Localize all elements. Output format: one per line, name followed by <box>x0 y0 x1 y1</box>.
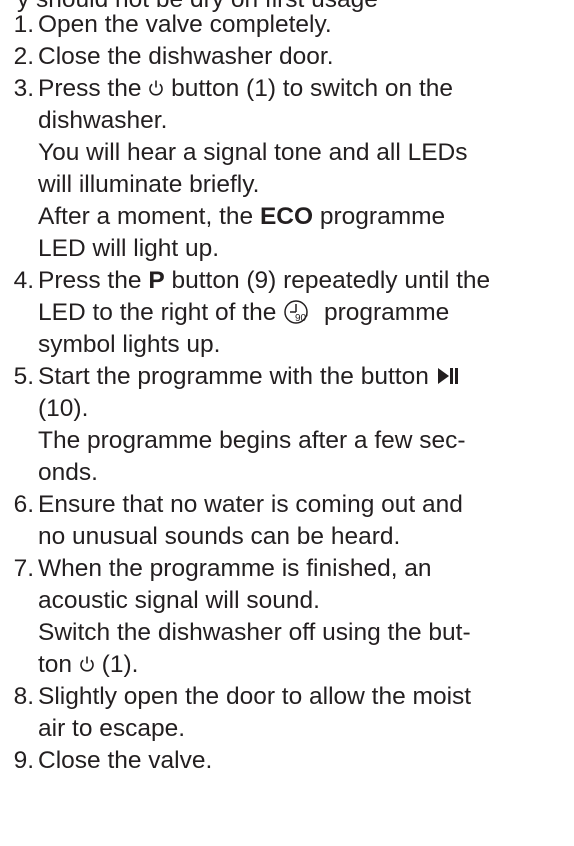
steps-list: 1. Open the valve completely. 2. Close t… <box>0 9 574 777</box>
step-text-line: Switch the dishwasher off using the but- <box>38 619 471 646</box>
step-7: 7. When the programme is finished, an ac… <box>0 553 574 681</box>
step-text-line: After a moment, the ECO programme <box>38 203 446 230</box>
svg-text:90': 90' <box>295 313 308 324</box>
step-text-line: acoustic signal will sound. <box>38 587 320 614</box>
step-1: 1. Open the valve completely. <box>0 9 574 41</box>
step-5: 5. Start the programme with the button (… <box>0 361 574 489</box>
step-number: 3. <box>13 75 34 102</box>
step-text-line: You will hear a signal tone and all LEDs <box>38 139 468 166</box>
step-8: 8. Slightly open the door to allow the m… <box>0 681 574 745</box>
step-text-line: onds. <box>38 459 98 486</box>
step-text-line: When the programme is finished, an <box>38 555 432 582</box>
timer-90-icon: 90' <box>284 300 308 324</box>
step-number: 9. <box>13 747 34 774</box>
step-text-line: Ensure that no water is coming out and <box>38 491 463 518</box>
step-text-line: will illuminate briefly. <box>38 171 260 198</box>
step-text-line: air to escape. <box>38 715 186 742</box>
step-text-line: Slightly open the door to allow the mois… <box>38 683 472 710</box>
step-text-line: ton (1). <box>38 651 139 678</box>
step-number: 8. <box>13 683 34 710</box>
step-text-line: LED to the right of the 90' programme <box>38 299 450 326</box>
step-text-line: Close the valve. <box>38 747 213 774</box>
step-text-line: Start the programme with the button <box>38 361 570 393</box>
instruction-page: y should not be dry on first usage 1. Op… <box>0 0 574 846</box>
power-icon <box>80 656 94 672</box>
step-number: 2. <box>13 43 34 70</box>
step-text-line: dishwasher. <box>38 107 168 134</box>
p-button-label: P <box>148 267 165 294</box>
step-number: 5. <box>13 363 34 390</box>
step-text-line: symbol lights up. <box>38 331 221 358</box>
step-number: 4. <box>13 267 34 294</box>
step-number: 1. <box>13 11 34 38</box>
step-text-line: Press the button (1) to switch on the <box>38 75 454 102</box>
step-6: 6. Ensure that no water is coming out an… <box>0 489 574 553</box>
play-pause-icon <box>437 368 458 384</box>
step-text-line: (10). <box>38 395 89 422</box>
step-number: 7. <box>13 555 34 582</box>
step-9: 9. Close the valve. <box>0 745 574 777</box>
step-text-line: no unusual sounds can be heard. <box>38 523 401 550</box>
power-icon <box>149 80 164 96</box>
step-text-line: The programme begins after a few sec- <box>38 427 466 454</box>
step-2: 2. Close the dishwasher door. <box>0 41 574 73</box>
step-text-line: Press the P button (9) repeatedly until … <box>38 267 491 294</box>
eco-programme-label: ECO <box>259 203 314 230</box>
step-text-line: LED will light up. <box>38 235 220 262</box>
step-text: Open the valve completely. <box>38 11 332 38</box>
step-number: 6. <box>13 491 34 518</box>
step-3: 3. Press the button (1) to switch on the… <box>0 73 574 265</box>
step-text: Close the dishwasher door. <box>38 43 334 70</box>
step-4: 4. Press the P button (9) repeatedly unt… <box>0 265 574 361</box>
